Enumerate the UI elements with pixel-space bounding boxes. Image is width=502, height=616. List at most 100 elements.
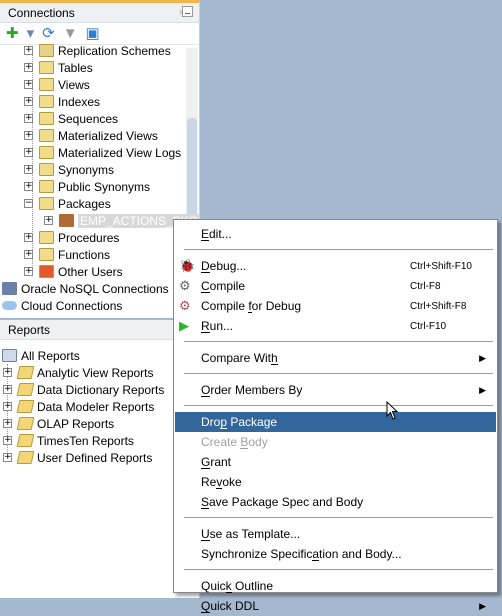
reports-icon bbox=[2, 349, 17, 362]
menu-shortcut: Ctrl-F8 bbox=[410, 280, 441, 292]
minimize-icon[interactable] bbox=[182, 6, 193, 17]
expand-icon[interactable]: + bbox=[24, 165, 33, 174]
menu-item-label: Compare With bbox=[201, 351, 278, 365]
tree-item-label: Other Users bbox=[58, 264, 123, 279]
menu-item-edit[interactable]: Edit... bbox=[175, 224, 496, 244]
tree-item[interactable]: + Procedures bbox=[24, 229, 119, 246]
tree-item-all-reports[interactable]: All Reports bbox=[2, 347, 80, 364]
expand-icon[interactable]: + bbox=[24, 148, 33, 157]
tree-item-label: Views bbox=[58, 77, 90, 92]
expand-icon[interactable]: + bbox=[24, 233, 33, 242]
menu-item-compile-for-debug[interactable]: ⚙ Compile for Debug Ctrl+Shift-F8 bbox=[175, 296, 496, 316]
tree-item-label: OLAP Reports bbox=[37, 416, 115, 431]
tree-item[interactable]: − Packages bbox=[24, 195, 111, 212]
menu-item-grant[interactable]: Grant bbox=[175, 452, 496, 472]
open-folder-icon bbox=[16, 400, 35, 413]
tree-item[interactable]: Cloud Connections bbox=[2, 297, 122, 314]
tree-item-report[interactable]: + User Defined Reports bbox=[3, 449, 152, 466]
mnemonic-underline bbox=[201, 396, 211, 397]
menu-shortcut: Ctrl+Shift-F10 bbox=[410, 260, 472, 272]
menu-item-revoke[interactable]: Revoke bbox=[175, 472, 496, 492]
tree-item[interactable]: Oracle NoSQL Connections bbox=[2, 280, 169, 297]
expand-icon[interactable]: + bbox=[3, 453, 12, 462]
expand-icon[interactable]: + bbox=[24, 182, 33, 191]
reports-title: Reports bbox=[8, 322, 51, 337]
expand-icon[interactable]: + bbox=[3, 402, 12, 411]
tree-item[interactable]: + Materialized Views bbox=[24, 127, 158, 144]
expand-icon[interactable]: + bbox=[3, 368, 12, 377]
tree-item-report[interactable]: + Data Modeler Reports bbox=[3, 398, 154, 415]
package-icon bbox=[59, 214, 74, 227]
folder-icon bbox=[39, 61, 54, 74]
cloud-icon bbox=[2, 301, 17, 310]
menu-item-quick-outline[interactable]: Quick Outline bbox=[175, 576, 496, 596]
mnemonic-underline bbox=[271, 364, 278, 365]
open-folder-icon bbox=[16, 451, 35, 464]
tree-item[interactable]: + Other Users bbox=[24, 263, 123, 280]
menu-item-create-body[interactable]: Create Body bbox=[175, 432, 496, 452]
tree-item-label: Cloud Connections bbox=[21, 298, 123, 313]
folder-icon bbox=[39, 163, 54, 176]
collapse-icon[interactable]: − bbox=[24, 199, 33, 208]
tree-item[interactable]: + Tables bbox=[24, 59, 93, 76]
tree-item-label: Oracle NoSQL Connections bbox=[21, 281, 169, 296]
filter-icon[interactable]: ▼ bbox=[63, 26, 78, 41]
tree-item[interactable]: + Sequences bbox=[24, 110, 118, 127]
refresh-icon[interactable]: ⟳ bbox=[42, 26, 55, 41]
menu-item-quick-ddl[interactable]: Quick DDL ▶ bbox=[175, 596, 496, 616]
run-icon: ▶ bbox=[179, 318, 189, 333]
tree-item-label: Public Synonyms bbox=[58, 179, 151, 194]
tree-item-label: Data Dictionary Reports bbox=[37, 382, 165, 397]
menu-item-order-members-by[interactable]: Order Members By ▶ bbox=[175, 380, 496, 400]
expand-icon[interactable]: + bbox=[24, 114, 33, 123]
mnemonic-underline bbox=[201, 612, 211, 613]
menu-item-label: Use as Template... bbox=[201, 527, 301, 541]
tree-item-report[interactable]: + OLAP Reports bbox=[3, 415, 114, 432]
expand-icon[interactable]: + bbox=[3, 419, 12, 428]
expand-icon[interactable]: + bbox=[24, 63, 33, 72]
collapse-all-icon[interactable]: ▣ bbox=[86, 26, 100, 41]
expand-icon[interactable]: + bbox=[24, 267, 33, 276]
expand-icon[interactable]: + bbox=[24, 250, 33, 259]
menu-item-label: Compile bbox=[201, 279, 246, 293]
tree-item[interactable]: + Indexes bbox=[24, 93, 100, 110]
menu-item-synchronize-specification-and-body[interactable]: Synchronize Specification and Body... bbox=[175, 544, 496, 564]
tree-item-report[interactable]: + TimesTen Reports bbox=[3, 432, 134, 449]
bug-icon: 🐞 bbox=[179, 258, 196, 273]
menu-item-label: Revoke bbox=[201, 475, 242, 489]
tree-item[interactable]: + Public Synonyms bbox=[24, 178, 150, 195]
expand-icon[interactable]: + bbox=[44, 216, 53, 225]
tree-item[interactable]: + Functions bbox=[24, 246, 110, 263]
menu-item-use-as-template[interactable]: Use as Template... bbox=[175, 524, 496, 544]
menu-item-compile[interactable]: ⚙ Compile Ctrl-F8 bbox=[175, 276, 496, 296]
tree-item-label: Materialized View Logs bbox=[58, 145, 182, 160]
tree-item[interactable]: + Synonyms bbox=[24, 161, 114, 178]
tree-item-report[interactable]: + Data Dictionary Reports bbox=[3, 381, 164, 398]
tree-item[interactable]: + Views bbox=[24, 76, 90, 93]
add-icon[interactable]: ✚ bbox=[6, 26, 19, 41]
menu-item-compare-with[interactable]: Compare With ▶ bbox=[175, 348, 496, 368]
tree-item-label: Replication Schemes bbox=[58, 43, 171, 58]
menu-item-label: Quick Outline bbox=[201, 579, 274, 593]
menu-separator bbox=[184, 569, 493, 570]
expand-icon[interactable]: + bbox=[3, 436, 12, 445]
menu-separator bbox=[184, 249, 493, 250]
expand-icon[interactable]: + bbox=[24, 46, 33, 55]
menu-item-label: Save Package Spec and Body bbox=[201, 495, 364, 509]
menu-item-save-package-spec-and-body[interactable]: Save Package Spec and Body bbox=[175, 492, 496, 512]
tree-item-report[interactable]: + Analytic View Reports bbox=[3, 364, 154, 381]
menu-item-debug[interactable]: 🐞 Debug... Ctrl+Shift-F10 bbox=[175, 256, 496, 276]
folder-icon bbox=[39, 44, 54, 57]
dropdown-arrow-icon[interactable]: ▾ bbox=[27, 26, 35, 41]
menu-item-drop-package[interactable]: Drop Package bbox=[175, 412, 496, 432]
mnemonic-underline bbox=[201, 468, 211, 469]
mnemonic-underline bbox=[220, 428, 228, 429]
expand-icon[interactable]: + bbox=[24, 97, 33, 106]
tree-item[interactable]: + Replication Schemes bbox=[24, 42, 171, 59]
expand-icon[interactable]: + bbox=[3, 385, 12, 394]
expand-icon[interactable]: + bbox=[24, 80, 33, 89]
folder-icon bbox=[39, 129, 54, 142]
expand-icon[interactable]: + bbox=[24, 131, 33, 140]
tree-item[interactable]: + Materialized View Logs bbox=[24, 144, 181, 161]
menu-item-run[interactable]: ▶ Run... Ctrl-F10 bbox=[175, 316, 496, 336]
